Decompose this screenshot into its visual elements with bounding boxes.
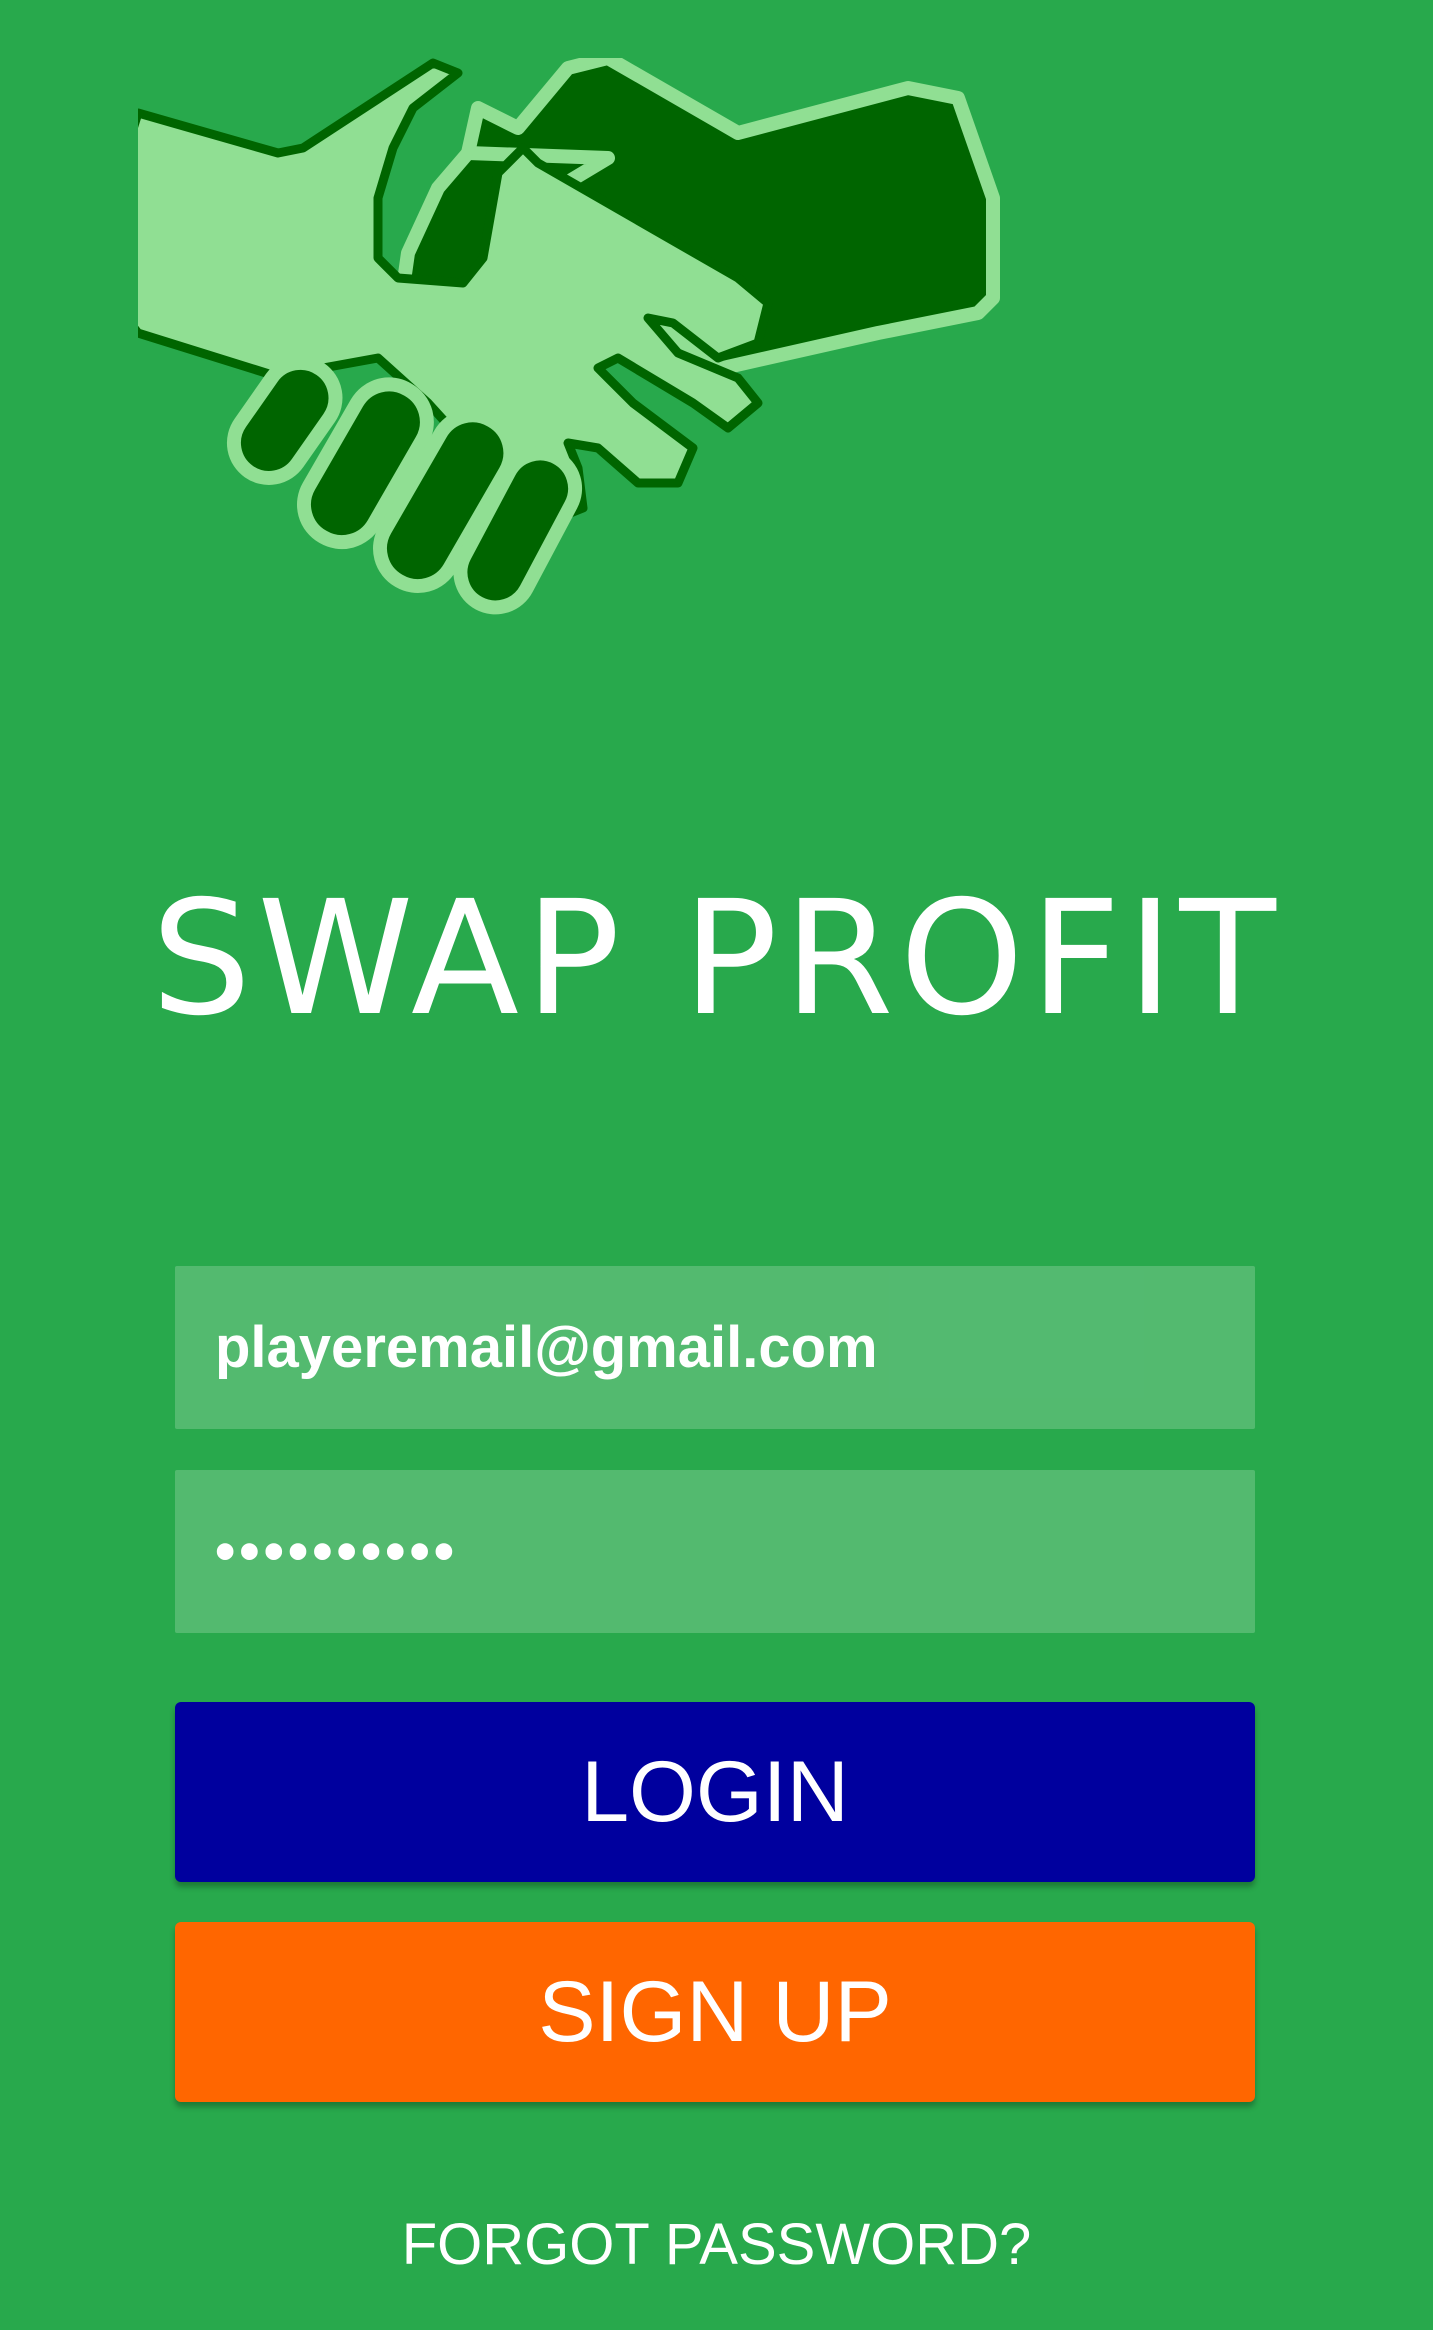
password-field[interactable] bbox=[175, 1470, 1255, 1633]
forgot-password-link[interactable]: FORGOT PASSWORD? bbox=[0, 2210, 1433, 2280]
app-title: SWAP PROFIT bbox=[151, 867, 1282, 1051]
email-field[interactable] bbox=[175, 1266, 1255, 1429]
signup-button[interactable]: SIGN UP bbox=[175, 1922, 1255, 2102]
login-button[interactable]: LOGIN bbox=[175, 1702, 1255, 1882]
handshake-icon bbox=[138, 58, 1000, 615]
